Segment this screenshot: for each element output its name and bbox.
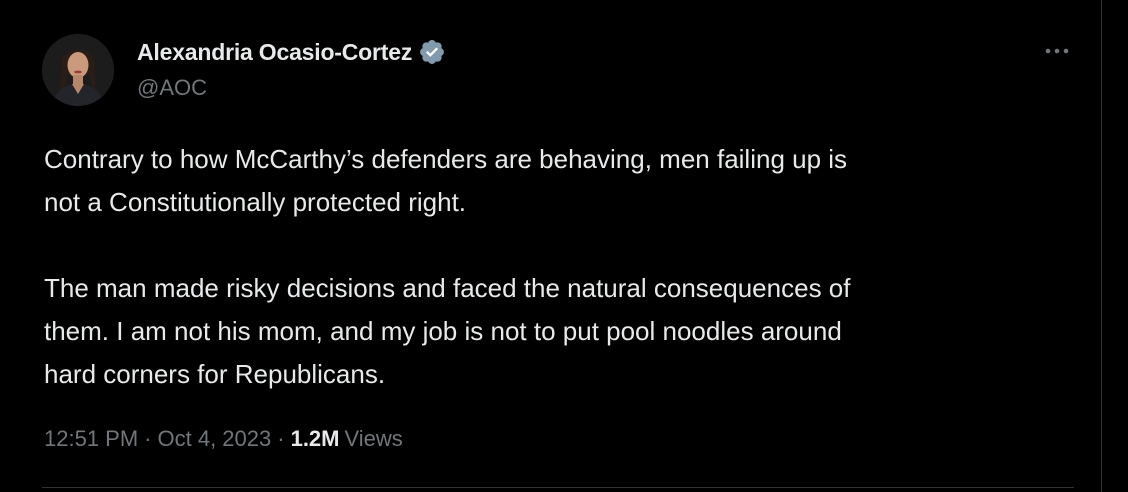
tweet-time[interactable]: 12:51 PM: [44, 426, 138, 452]
views-label: Views: [344, 426, 403, 451]
tweet-text-line: The man made risky decisions and faced t…: [44, 273, 851, 303]
more-horizontal-icon: [1045, 48, 1069, 54]
verified-badge-icon[interactable]: [418, 38, 446, 66]
tweet-metadata: 12:51 PM · Oct 4, 2023 · 1.2M Views: [44, 426, 403, 452]
more-options-button[interactable]: [1040, 38, 1074, 64]
author-name-row: Alexandria Ocasio-Cortez: [137, 37, 446, 67]
bottom-divider: [42, 487, 1074, 488]
avatar-image: [42, 34, 114, 106]
tweet-text-line: not a Constitutionally protected right.: [44, 187, 467, 217]
tweet-text: Contrary to how McCarthy’s defenders are…: [44, 138, 1074, 396]
tweet-card: Alexandria Ocasio-Cortez @AOC Contrary t…: [0, 0, 1128, 492]
tweet-text-line: hard corners for Republicans.: [44, 359, 386, 389]
author-display-name[interactable]: Alexandria Ocasio-Cortez: [137, 39, 412, 66]
tweet-text-line: them. I am not his mom, and my job is no…: [44, 316, 842, 346]
column-divider: [1101, 0, 1102, 492]
meta-separator: ·: [144, 426, 152, 451]
views-count[interactable]: 1.2M: [291, 426, 340, 452]
tweet-date[interactable]: Oct 4, 2023: [158, 426, 272, 452]
tweet-text-line: Contrary to how McCarthy’s defenders are…: [44, 144, 848, 174]
avatar[interactable]: [42, 34, 114, 106]
meta-separator: ·: [277, 426, 285, 451]
author-handle[interactable]: @AOC: [137, 75, 207, 101]
